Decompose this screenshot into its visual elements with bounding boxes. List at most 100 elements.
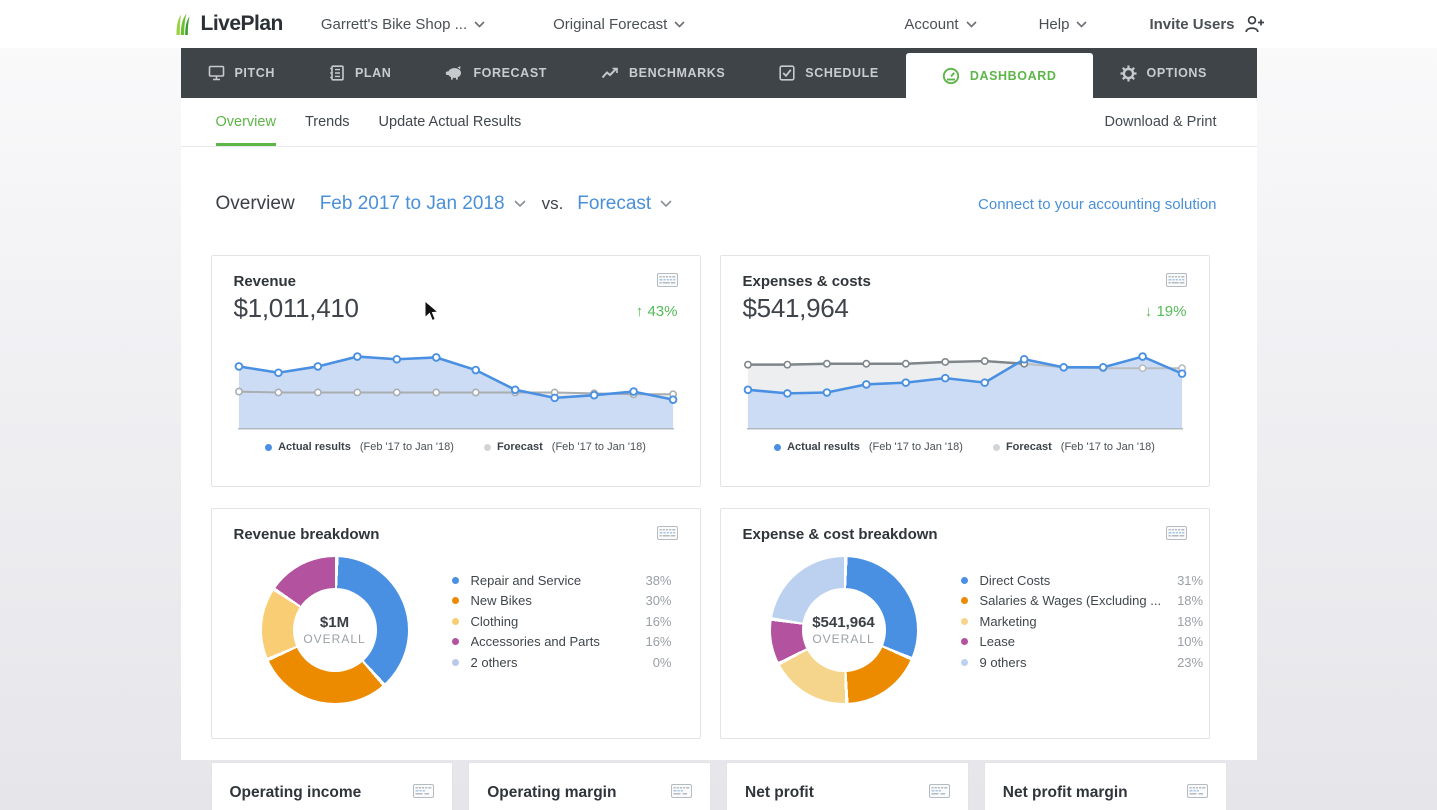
operating-income-edit-button[interactable]	[413, 784, 434, 798]
tab-dashboard-label: DASHBOARD	[970, 69, 1057, 83]
net-profit-margin-edit-button[interactable]	[1187, 784, 1208, 798]
compare-to-label: Forecast	[577, 193, 651, 215]
revenue-donut-value: $1M	[320, 614, 349, 631]
subnav-trends[interactable]: Trends	[305, 98, 350, 146]
slice-pct: 31%	[1161, 573, 1203, 588]
net-profit-margin-card: Net profit margin	[984, 762, 1227, 810]
revenue-edit-data-button[interactable]	[657, 273, 678, 287]
expenses-change-value: 19%	[1156, 303, 1186, 320]
help-label: Help	[1039, 16, 1070, 33]
company-selector[interactable]: Garrett's Bike Shop ...	[321, 16, 485, 33]
revenue-change-badge: ↑ 43%	[636, 303, 678, 324]
legend-row[interactable]: Marketing18%	[961, 611, 1210, 632]
expense-donut-sublabel: OVERALL	[812, 632, 874, 646]
expense-donut-value: $541,964	[812, 614, 875, 631]
download-print-label: Download & Print	[1104, 114, 1216, 130]
page-title: Overview	[216, 193, 295, 215]
legend-row[interactable]: Clothing16%	[452, 611, 678, 632]
tab-forecast[interactable]: FORECAST	[418, 48, 574, 98]
tab-options[interactable]: OPTIONS	[1093, 48, 1234, 98]
legend-row[interactable]: New Bikes30%	[452, 591, 678, 612]
forecast-legend-label: Forecast	[1006, 441, 1052, 453]
tab-dashboard[interactable]: DASHBOARD	[906, 53, 1093, 98]
tab-plan-label: PLAN	[355, 66, 391, 80]
subnav-overview[interactable]: Overview	[216, 98, 276, 146]
slice-pct: 0%	[630, 655, 672, 670]
monitor-icon	[208, 65, 225, 81]
operating-margin-title: Operating margin	[487, 784, 616, 802]
net-profit-edit-button[interactable]	[929, 784, 950, 798]
actual-legend-label: Actual results	[278, 441, 351, 453]
legend-row[interactable]: Salaries & Wages (Excluding ...18%	[961, 591, 1210, 612]
revenue-line-chart[interactable]	[234, 332, 678, 436]
slice-label: New Bikes	[471, 593, 630, 608]
revenue-breakdown-edit-button[interactable]	[657, 526, 678, 540]
help-menu[interactable]: Help	[1039, 16, 1088, 33]
forecast-selector[interactable]: Original Forecast	[553, 16, 685, 33]
operating-margin-card: Operating margin	[468, 762, 711, 810]
revenue-total: $1,011,410	[234, 293, 359, 324]
tab-plan[interactable]: PLAN	[302, 48, 418, 98]
vs-label: vs.	[542, 194, 564, 214]
legend-row[interactable]: Repair and Service38%	[452, 570, 678, 591]
slice-dot	[452, 659, 459, 666]
expense-breakdown-edit-button[interactable]	[1166, 526, 1187, 540]
expense-donut-center: $541,964 OVERALL	[802, 588, 886, 672]
legend-row[interactable]: Direct Costs31%	[961, 570, 1210, 591]
slice-pct: 16%	[630, 634, 672, 649]
expenses-total: $541,964	[743, 293, 849, 324]
main-nav: PITCH PLAN FORECAST BENCHMARKS SCHED	[181, 48, 1257, 98]
revenue-card-title: Revenue	[234, 273, 297, 290]
notebook-icon	[329, 65, 345, 81]
date-range-label: Feb 2017 to Jan 2018	[320, 193, 505, 215]
expenses-chart-legend: Actual results(Feb '17 to Jan '18) Forec…	[743, 441, 1187, 453]
legend-row[interactable]: Lease10%	[961, 632, 1210, 653]
legend-row[interactable]: 9 others23%	[961, 652, 1210, 673]
slice-label: Salaries & Wages (Excluding ...	[980, 593, 1162, 608]
legend-row[interactable]: 2 others0%	[452, 652, 678, 673]
slice-pct: 16%	[630, 614, 672, 629]
top-header: LivePlan Garrett's Bike Shop ... Origina…	[0, 0, 1437, 48]
tab-schedule[interactable]: SCHEDULE	[752, 48, 906, 98]
revenue-donut-sublabel: OVERALL	[303, 632, 365, 646]
overview-toolbar: Overview Feb 2017 to Jan 2018 vs. Foreca…	[211, 147, 1227, 215]
keyboard-icon	[671, 784, 692, 798]
compare-to-picker[interactable]: Forecast	[577, 193, 672, 215]
download-print-button[interactable]: Download & Print	[1104, 98, 1216, 146]
tab-options-label: OPTIONS	[1147, 66, 1207, 80]
dashboard-subnav: Overview Trends Update Actual Results Do…	[181, 98, 1257, 147]
gauge-icon	[942, 67, 960, 85]
account-menu[interactable]: Account	[904, 16, 976, 33]
checkbox-icon	[779, 65, 795, 81]
forecast-selector-label: Original Forecast	[553, 16, 667, 33]
date-range-picker[interactable]: Feb 2017 to Jan 2018	[320, 193, 526, 215]
liveplan-logo[interactable]: LivePlan	[173, 11, 283, 38]
connect-accounting-link[interactable]: Connect to your accounting solution	[978, 196, 1216, 213]
keyboard-icon	[1187, 784, 1208, 798]
slice-label: Lease	[980, 634, 1162, 649]
subnav-update-actual-results[interactable]: Update Actual Results	[379, 98, 522, 146]
operating-margin-edit-button[interactable]	[671, 784, 692, 798]
slice-label: 2 others	[471, 655, 630, 670]
legend-row[interactable]: Accessories and Parts16%	[452, 632, 678, 653]
up-arrow-icon: ↑	[636, 303, 644, 320]
slice-pct: 38%	[630, 573, 672, 588]
slice-dot	[961, 659, 968, 666]
slice-dot	[452, 638, 459, 645]
tab-benchmarks[interactable]: BENCHMARKS	[574, 48, 752, 98]
tab-pitch[interactable]: PITCH	[181, 48, 303, 98]
expense-breakdown-card: Expense & cost breakdown $541,964 OVERAL…	[720, 508, 1210, 739]
expenses-change-badge: ↓ 19%	[1145, 303, 1187, 324]
expense-donut-chart[interactable]: $541,964 OVERALL	[771, 557, 917, 703]
revenue-donut-chart[interactable]: $1M OVERALL	[262, 557, 408, 703]
down-arrow-icon: ↓	[1145, 303, 1153, 320]
net-profit-margin-title: Net profit margin	[1003, 784, 1128, 802]
slice-dot	[961, 638, 968, 645]
subnav-trends-label: Trends	[305, 114, 350, 130]
invite-users-button[interactable]: Invite Users	[1149, 15, 1264, 34]
keyboard-icon	[1166, 526, 1187, 540]
revenue-breakdown-card: Revenue breakdown $1M OVERALL	[211, 508, 701, 739]
forecast-legend-label: Forecast	[497, 441, 543, 453]
expenses-edit-data-button[interactable]	[1166, 273, 1187, 287]
expenses-line-chart[interactable]	[743, 332, 1187, 436]
